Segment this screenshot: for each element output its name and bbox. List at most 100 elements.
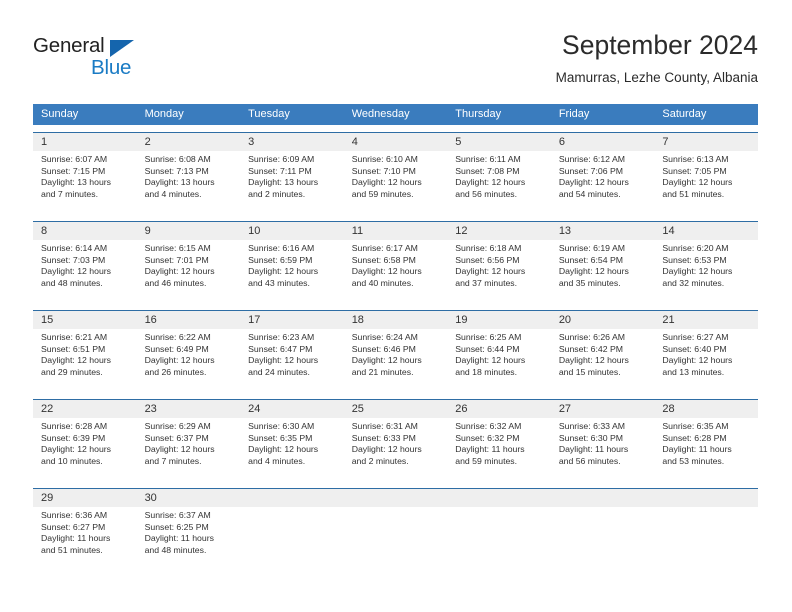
daylight-text-line2: and 48 minutes. [41,277,103,288]
daylight-text-line2: and 7 minutes. [41,188,98,199]
daylight-text-line2: and 32 minutes. [662,277,725,288]
sunset-text: Sunset: 6:54 PM [558,254,624,265]
day-number[interactable]: 10 [240,222,344,240]
sunset-text: Sunset: 6:32 PM [455,432,520,443]
sunset-text: Sunset: 6:47 PM [248,343,313,354]
day-number[interactable]: 27 [551,400,655,418]
weekday-header-monday: Monday [144,108,184,120]
day-number[interactable]: 14 [654,222,758,240]
day-number[interactable]: 7 [654,133,758,151]
daylight-text-line1: Daylight: 12 hours [351,266,422,277]
day-cell: Sunrise: 6:35 AM Sunset: 6:28 PM Dayligh… [654,418,758,481]
sunset-text: Sunset: 7:08 PM [455,165,520,176]
day-number[interactable]: 26 [447,400,551,418]
day-number[interactable]: 29 [33,489,137,507]
daylight-text-line1: Daylight: 12 hours [558,355,629,366]
daylight-text-line2: and 29 minutes. [41,366,103,377]
sunset-text: Sunset: 7:11 PM [248,165,312,176]
sunrise-text: Sunrise: 6:29 AM [144,421,211,431]
sunset-text: Sunset: 6:56 PM [455,254,520,265]
daylight-text-line2: and 2 minutes. [248,188,306,199]
sunrise-text: Sunrise: 6:11 AM [455,154,521,164]
day-number[interactable]: 2 [137,133,241,151]
day-number[interactable]: 13 [551,222,655,240]
weekday-header-thursday: Thursday [455,108,502,120]
day-number[interactable]: 16 [137,311,241,329]
day-number[interactable]: 3 [240,133,344,151]
day-cell: Sunrise: 6:13 AM Sunset: 7:05 PM Dayligh… [654,151,758,214]
day-cell: Sunrise: 6:08 AM Sunset: 7:13 PM Dayligh… [137,151,241,214]
day-number[interactable]: 24 [240,400,344,418]
calendar-week-row: 15 16 17 18 19 20 21 Sunrise: 6:21 AM Su… [33,310,758,392]
sunset-text: Sunset: 7:13 PM [144,165,209,176]
day-number-empty [654,489,758,507]
day-number[interactable]: 21 [654,311,758,329]
day-number-empty [240,489,344,507]
day-number[interactable]: 20 [551,311,655,329]
daylight-text-line1: Daylight: 12 hours [558,266,629,277]
daylight-text-line1: Daylight: 12 hours [144,266,215,277]
day-number[interactable]: 9 [137,222,241,240]
day-number[interactable]: 12 [447,222,551,240]
daylight-text-line2: and 43 minutes. [248,277,310,288]
day-cell: Sunrise: 6:27 AM Sunset: 6:40 PM Dayligh… [654,329,758,392]
day-number-empty [447,489,551,507]
daylight-text-line1: Daylight: 12 hours [662,266,733,277]
day-number[interactable]: 15 [33,311,137,329]
weekday-header-tuesday: Tuesday [248,108,290,120]
daylight-text-line1: Daylight: 12 hours [41,266,112,277]
sunrise-text: Sunrise: 6:27 AM [662,332,729,342]
sunrise-text: Sunrise: 6:33 AM [558,421,625,431]
sunrise-text: Sunrise: 6:16 AM [248,243,315,253]
day-number[interactable]: 18 [344,311,448,329]
page-subtitle: Mamurras, Lezhe County, Albania [555,70,758,85]
day-cell: Sunrise: 6:17 AM Sunset: 6:58 PM Dayligh… [344,240,448,303]
weekday-header-friday: Friday [558,108,590,120]
daylight-text-line2: and 18 minutes. [455,366,518,377]
page-title: September 2024 [562,30,758,60]
day-cell: Sunrise: 6:25 AM Sunset: 6:44 PM Dayligh… [447,329,551,392]
day-number[interactable]: 25 [344,400,448,418]
daylight-text-line2: and 10 minutes. [41,455,103,466]
day-number[interactable]: 19 [447,311,551,329]
day-cell-empty [551,507,655,570]
daylight-text-line1: Daylight: 12 hours [455,177,526,188]
day-number[interactable]: 5 [447,133,551,151]
week-date-band: 29 30 [33,489,758,507]
day-number[interactable]: 1 [33,133,137,151]
day-number[interactable]: 30 [137,489,241,507]
daylight-text-line2: and 59 minutes. [455,455,518,466]
daylight-text-line1: Daylight: 12 hours [41,355,112,366]
day-number[interactable]: 4 [344,133,448,151]
sunset-text: Sunset: 6:39 PM [41,432,106,443]
general-blue-logo: General Blue [33,34,233,84]
daylight-text-line2: and 13 minutes. [662,366,725,377]
day-cell: Sunrise: 6:23 AM Sunset: 6:47 PM Dayligh… [240,329,344,392]
sunrise-text: Sunrise: 6:25 AM [455,332,522,342]
sunset-text: Sunset: 7:03 PM [41,254,106,265]
day-number[interactable]: 8 [33,222,137,240]
daylight-text-line2: and 2 minutes. [351,455,409,466]
daylight-text-line1: Daylight: 12 hours [41,444,112,455]
sunset-text: Sunset: 6:46 PM [351,343,416,354]
day-number[interactable]: 23 [137,400,241,418]
daylight-text-line2: and 56 minutes. [558,455,621,466]
day-number[interactable]: 6 [551,133,655,151]
day-number[interactable]: 22 [33,400,137,418]
sunset-text: Sunset: 6:33 PM [351,432,416,443]
sunrise-text: Sunrise: 6:09 AM [248,154,315,164]
sunset-text: Sunset: 6:28 PM [662,432,727,443]
sunrise-text: Sunrise: 6:08 AM [144,154,211,164]
week-date-band: 1 2 3 4 5 6 7 [33,133,758,151]
sunrise-text: Sunrise: 6:17 AM [351,243,418,253]
day-cell: Sunrise: 6:30 AM Sunset: 6:35 PM Dayligh… [240,418,344,481]
daylight-text-line1: Daylight: 13 hours [248,177,319,188]
logo-word-general: General [33,34,105,57]
week-date-band: 8 9 10 11 12 13 14 [33,222,758,240]
sunrise-text: Sunrise: 6:36 AM [41,510,108,520]
daylight-text-line1: Daylight: 12 hours [351,444,422,455]
daylight-text-line1: Daylight: 12 hours [351,355,422,366]
day-number[interactable]: 17 [240,311,344,329]
day-number[interactable]: 28 [654,400,758,418]
day-number[interactable]: 11 [344,222,448,240]
